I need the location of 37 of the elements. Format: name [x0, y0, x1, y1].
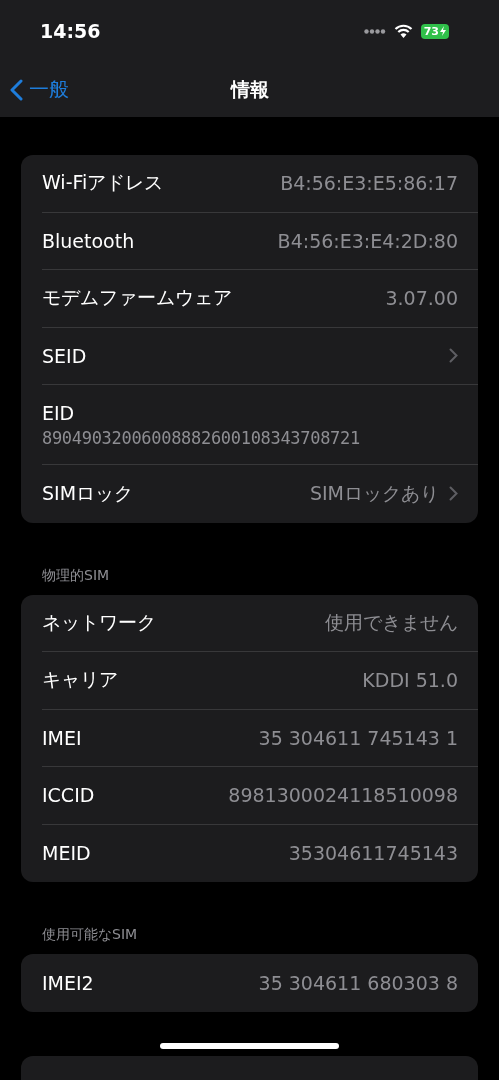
row-value: B4:56:E3:E5:86:17	[280, 172, 458, 195]
row-value: 使用できません	[325, 609, 458, 635]
row-value: SIMロックあり	[309, 480, 439, 506]
list-item[interactable]: SEID	[42, 327, 478, 385]
wifi-icon	[393, 24, 413, 38]
row-value: 8981300024118510098	[228, 784, 458, 807]
row-label: EID	[42, 401, 75, 424]
back-chevron-icon	[10, 78, 23, 101]
chevron-icon	[449, 486, 458, 502]
row-value: B4:56:E3:E4:2D:80	[277, 229, 458, 252]
status-time: 14:56	[40, 20, 101, 42]
page-title: 情報	[230, 77, 269, 100]
row-label: MEID	[42, 842, 91, 865]
row-label: Wi-Fiアドレス	[42, 170, 164, 196]
list-item[interactable]: SIMロック SIMロックあり	[42, 465, 478, 523]
row-value: KDDI 51.0	[362, 669, 458, 692]
row-label: ICCID	[42, 784, 95, 807]
signal-dots-icon	[363, 28, 386, 34]
row-label: SIMロック	[42, 480, 134, 506]
row-label: IMEI2	[42, 971, 94, 994]
row-value: 35 304611 680303 8	[258, 971, 458, 994]
row-label: キャリア	[42, 667, 118, 693]
row-value: 89049032006008882600108343708721	[42, 427, 360, 448]
row-value: 3.07.00	[385, 287, 458, 310]
row-value: 35 304611 745143 1	[258, 726, 458, 749]
row-label: SEID	[42, 344, 87, 367]
row-label: ネットワーク	[42, 609, 156, 635]
back-button[interactable]: 一般	[10, 76, 69, 103]
section-header: 物理的SIM	[42, 566, 110, 583]
bolt-icon	[440, 26, 446, 36]
row-label: モデムファームウェア	[42, 285, 232, 311]
battery-indicator: 73	[420, 23, 449, 39]
section-header: 使用可能なSIM	[42, 926, 138, 942]
row-value: 35304611745143	[288, 842, 458, 865]
chevron-icon	[449, 348, 458, 364]
row-label: IMEI	[42, 726, 82, 749]
row-label: Bluetooth	[42, 229, 135, 252]
